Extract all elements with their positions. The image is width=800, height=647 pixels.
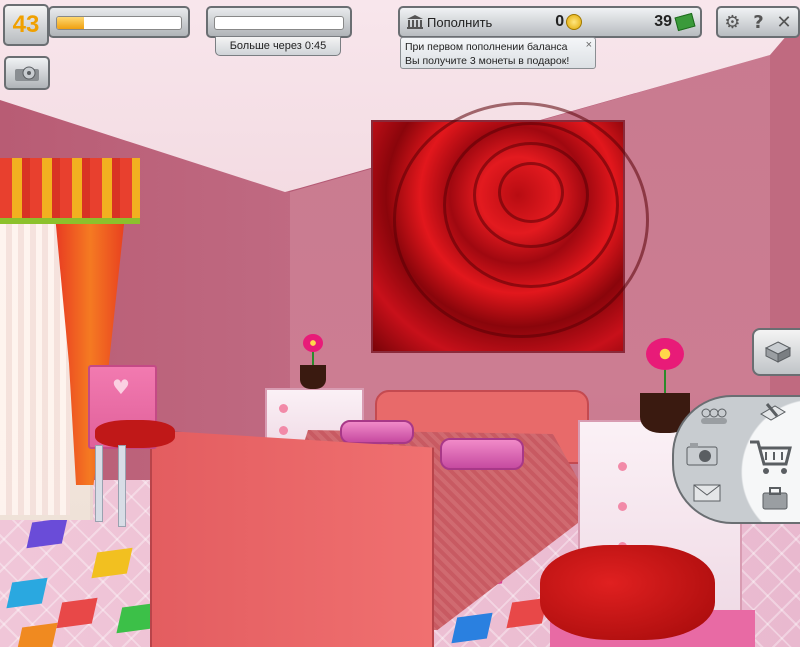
drawer-knob bbox=[618, 462, 627, 471]
friends-icon bbox=[701, 408, 727, 424]
flower bbox=[303, 334, 323, 352]
cash-icon bbox=[674, 12, 696, 32]
floor-tile bbox=[6, 577, 48, 609]
floor-tile bbox=[451, 612, 493, 644]
heart-icon: ♥ bbox=[112, 375, 130, 399]
flower-pot[interactable] bbox=[300, 365, 326, 389]
box-icon bbox=[764, 341, 792, 363]
mail-icon bbox=[693, 484, 721, 502]
tooltip-close-icon[interactable]: × bbox=[586, 38, 592, 52]
rose-picture[interactable] bbox=[373, 102, 649, 351]
energy-timer: Больше через 0:45 bbox=[215, 36, 341, 56]
shop-button[interactable] bbox=[744, 435, 798, 479]
energy-track bbox=[214, 16, 344, 30]
chair-leg bbox=[118, 445, 126, 527]
floor-tile bbox=[56, 597, 98, 629]
friends-button[interactable] bbox=[696, 405, 732, 427]
coins-value: 0 bbox=[555, 13, 565, 30]
close-icon[interactable]: ✕ bbox=[777, 12, 792, 33]
mail-button[interactable] bbox=[690, 479, 726, 505]
pillow bbox=[340, 420, 414, 444]
rose-petal bbox=[393, 102, 649, 338]
help-icon[interactable]: ? bbox=[753, 12, 763, 33]
energy-bar bbox=[206, 6, 352, 38]
pillow bbox=[440, 438, 524, 470]
tooltip-line-1: При первом пополнении баланса bbox=[405, 41, 568, 53]
topup-label: Пополнить bbox=[427, 14, 493, 30]
level-value: 43 bbox=[12, 11, 40, 38]
drawer-knob bbox=[618, 502, 627, 511]
inventory-icon bbox=[762, 487, 788, 510]
drawer-knob bbox=[279, 404, 288, 413]
gift-icon bbox=[15, 66, 39, 81]
drawer-knob bbox=[279, 426, 288, 435]
bed-footboard[interactable] bbox=[150, 430, 434, 647]
gift-button[interactable] bbox=[4, 56, 50, 90]
flower bbox=[646, 338, 684, 370]
xp-fill bbox=[57, 17, 85, 29]
money-panel: Пополнить 0 39 bbox=[398, 6, 702, 38]
red-cushion[interactable] bbox=[540, 545, 715, 640]
edit-room-icon bbox=[760, 403, 786, 421]
coin-icon bbox=[566, 14, 583, 30]
game-scene[interactable]: ♥ bbox=[0, 0, 800, 647]
inventory-button[interactable] bbox=[758, 483, 792, 513]
gear-icon[interactable]: ⚙ bbox=[724, 12, 740, 33]
topup-tooltip: При первом пополнении баланса Вы получит… bbox=[400, 37, 596, 69]
cash-value: 39 bbox=[654, 13, 672, 30]
xp-track bbox=[56, 16, 182, 30]
shop-cart-icon bbox=[750, 440, 792, 474]
bank-icon bbox=[407, 15, 423, 29]
floor-tile bbox=[26, 517, 68, 549]
storage-tab[interactable] bbox=[752, 328, 800, 376]
radial-menu bbox=[672, 395, 800, 524]
floor-tile bbox=[16, 622, 58, 647]
level-badge: 43 bbox=[3, 4, 49, 46]
topup-button[interactable]: Пополнить bbox=[400, 10, 498, 34]
xp-bar bbox=[48, 6, 190, 38]
chair-seat bbox=[95, 420, 175, 448]
camera-icon bbox=[686, 443, 718, 466]
tooltip-line-2: Вы получите 3 монеты в подарок! bbox=[405, 55, 570, 67]
chair-leg bbox=[95, 445, 103, 522]
edit-room-button[interactable] bbox=[754, 399, 790, 427]
floor-tile bbox=[91, 547, 133, 579]
settings-panel: ⚙ ? ✕ bbox=[716, 6, 800, 38]
camera-button[interactable] bbox=[682, 439, 722, 469]
curtain-valance bbox=[0, 158, 140, 224]
